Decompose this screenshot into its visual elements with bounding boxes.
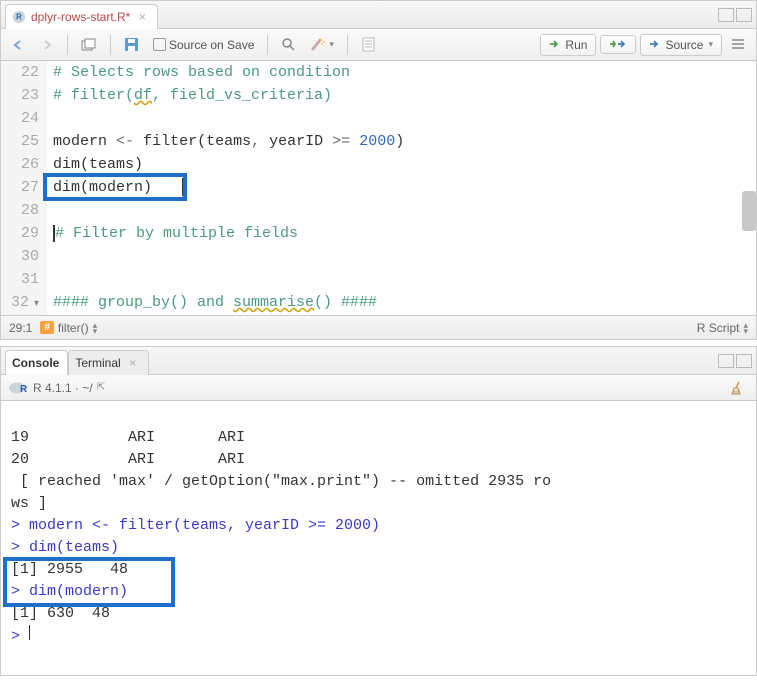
checkbox-icon xyxy=(153,38,166,51)
console-line: 20 ARI ARI xyxy=(11,451,245,468)
console-pane: Console Terminal × R R 4.1.1 · ~/ ⇱ 19 A… xyxy=(0,346,757,676)
rerun-icon xyxy=(609,39,627,50)
code-line-highlighted: dim(modern) xyxy=(53,176,756,199)
console-tab-label: Console xyxy=(12,356,59,370)
line-number: 22 xyxy=(9,61,39,84)
console-line: 19 ARI ARI xyxy=(11,429,245,446)
line-number: 30 xyxy=(9,245,39,268)
fold-icon[interactable]: ▾ xyxy=(29,293,39,315)
scrollbar-thumb[interactable] xyxy=(742,191,756,231)
editor-status-bar: 29:1 # filter() ▴▾ R Script ▴▾ xyxy=(1,315,756,339)
console-line: ws ] xyxy=(11,495,47,512)
code-line: modern <- filter(teams, yearID >= 2000) xyxy=(53,130,756,153)
source-button[interactable]: Source ▾ xyxy=(640,34,722,56)
language-mode[interactable]: R Script xyxy=(697,321,740,335)
line-number-gutter: 22 23 24 25 26 27 28 29 30 31 32 ▾ xyxy=(1,61,47,315)
console-toolbar: R R 4.1.1 · ~/ ⇱ xyxy=(1,375,756,401)
run-button[interactable]: Run xyxy=(540,34,596,56)
maximize-pane-icon[interactable] xyxy=(736,8,752,22)
code-editor[interactable]: 22 23 24 25 26 27 28 29 30 31 32 ▾ # Sel… xyxy=(1,61,756,315)
save-button[interactable] xyxy=(119,34,144,55)
svg-text:R: R xyxy=(16,12,22,21)
forward-button[interactable] xyxy=(35,36,59,54)
close-icon[interactable]: × xyxy=(126,356,140,370)
console-command: > dim(modern) xyxy=(11,583,128,600)
console-line: [1] 630 48 xyxy=(11,605,110,622)
terminal-tab-label: Terminal xyxy=(75,356,120,370)
blank-line xyxy=(53,245,756,268)
blank-line xyxy=(53,107,756,130)
maximize-pane-icon[interactable] xyxy=(736,354,752,368)
run-arrow-icon xyxy=(549,39,562,50)
rerun-button[interactable] xyxy=(600,35,636,54)
back-button[interactable] xyxy=(7,36,31,54)
code-line-cursor: # Filter by multiple fields xyxy=(53,222,756,245)
code-tools-button[interactable]: ▾ xyxy=(305,34,339,55)
editor-tab-bar: R dplyr-rows-start.R* × xyxy=(1,1,756,29)
console-tab[interactable]: Console xyxy=(5,350,68,375)
line-number: 31 xyxy=(9,268,39,291)
language-mode-nav-icon[interactable]: ▴▾ xyxy=(743,322,748,334)
console-line: [1] 2955 48 xyxy=(11,561,128,578)
close-icon[interactable]: × xyxy=(135,10,149,24)
toolbar-separator xyxy=(67,35,68,55)
breadcrumb-nav-icon[interactable]: ▴▾ xyxy=(93,322,98,334)
editor-toolbar: Source on Save ▾ Run Source ▾ xyxy=(1,29,756,61)
code-area[interactable]: # Selects rows based on condition # filt… xyxy=(47,61,756,315)
run-label: Run xyxy=(565,38,587,52)
console-tab-bar: Console Terminal × xyxy=(1,347,756,375)
line-number: 29 xyxy=(9,222,39,245)
working-dir-popup-icon[interactable]: ⇱ xyxy=(97,382,105,393)
outline-button[interactable] xyxy=(726,35,750,54)
line-number: 25 xyxy=(9,130,39,153)
source-arrow-icon xyxy=(649,39,662,50)
compile-report-button[interactable] xyxy=(356,34,381,55)
console-prompt-info: R 4.1.1 · ~/ xyxy=(33,381,93,395)
code-line: dim(teams) xyxy=(53,153,756,176)
blank-line xyxy=(53,199,756,222)
pane-window-controls xyxy=(718,354,756,368)
code-section-header: #### group_by() and summarise() #### xyxy=(53,291,756,314)
r-logo-icon: R xyxy=(7,381,29,395)
code-comment: # Selects rows based on condition xyxy=(53,64,350,81)
source-label: Source xyxy=(665,38,703,52)
line-number: 26 xyxy=(9,153,39,176)
show-in-new-window-button[interactable] xyxy=(76,35,102,55)
find-button[interactable] xyxy=(276,34,301,55)
broom-icon xyxy=(730,380,745,395)
line-number: 32 ▾ xyxy=(9,291,39,315)
line-number: 28 xyxy=(9,199,39,222)
console-prompt[interactable]: > xyxy=(11,628,30,645)
minimize-pane-icon[interactable] xyxy=(718,8,734,22)
source-on-save-checkbox[interactable]: Source on Save xyxy=(148,35,259,55)
line-number: 27 xyxy=(9,176,39,199)
terminal-tab[interactable]: Terminal × xyxy=(68,350,148,375)
tab-filename: dplyr-rows-start.R* xyxy=(31,10,130,24)
toolbar-separator xyxy=(347,35,348,55)
svg-text:R: R xyxy=(20,384,28,395)
blank-line xyxy=(53,268,756,291)
console-output[interactable]: 19 ARI ARI 20 ARI ARI [ reached 'max' / … xyxy=(1,401,756,619)
console-line: [ reached 'max' / getOption("max.print")… xyxy=(11,473,551,490)
toolbar-separator xyxy=(110,35,111,55)
section-badge-icon: # xyxy=(40,321,54,334)
r-file-icon: R xyxy=(12,10,26,24)
console-command: > dim(teams) xyxy=(11,539,119,556)
clear-console-button[interactable] xyxy=(725,377,750,398)
editor-tab-active[interactable]: R dplyr-rows-start.R* × xyxy=(5,4,158,29)
minimize-pane-icon[interactable] xyxy=(718,354,734,368)
code-comment: # filter(df, field_vs_criteria) xyxy=(53,87,332,104)
pane-window-controls xyxy=(718,8,756,22)
line-number: 24 xyxy=(9,107,39,130)
line-number: 23 xyxy=(9,84,39,107)
source-on-save-label: Source on Save xyxy=(169,38,254,52)
console-command: > modern <- filter(teams, yearID >= 2000… xyxy=(11,517,380,534)
source-editor-pane: R dplyr-rows-start.R* × Source on Save ▾… xyxy=(0,0,757,340)
toolbar-separator xyxy=(267,35,268,55)
cursor-position: 29:1 xyxy=(9,321,32,335)
breadcrumb-function[interactable]: filter() xyxy=(58,321,89,335)
